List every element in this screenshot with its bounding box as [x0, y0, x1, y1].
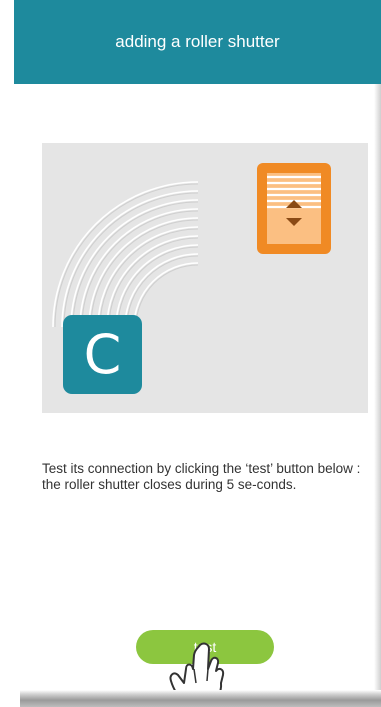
- hub-c-icon: C: [63, 315, 142, 394]
- page-bottom-shadow: [20, 690, 381, 707]
- shutter-slats-icon: [267, 173, 321, 244]
- header-bar: adding a roller shutter: [14, 0, 381, 84]
- page-title: adding a roller shutter: [115, 32, 280, 51]
- page-right-shadow: [374, 0, 381, 707]
- instructions-text: Test its connection by clicking the ‘tes…: [42, 461, 361, 492]
- roller-shutter-icon: [257, 163, 331, 254]
- hub-letter: C: [83, 322, 122, 386]
- connection-illustration: C: [42, 143, 368, 413]
